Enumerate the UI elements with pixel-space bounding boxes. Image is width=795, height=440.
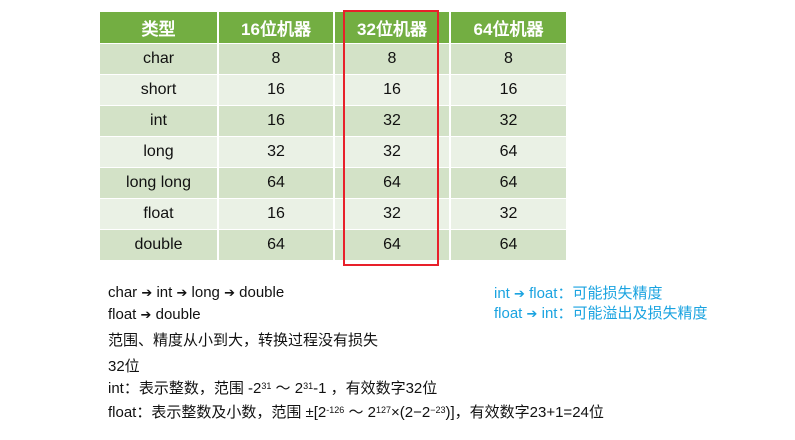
int-line-suffix: -1 ，有效数字32位 (313, 380, 438, 397)
cell-16bit: 64 (218, 167, 335, 199)
cell-type: long (100, 136, 219, 168)
cell-32bit: 8 (334, 43, 451, 75)
conv-char: char (108, 284, 138, 301)
arrow-right-icon: ➔ (224, 285, 235, 300)
cell-type: long long (100, 167, 219, 199)
cell-64bit: 64 (450, 167, 566, 199)
float-exp-2: 127 (375, 405, 391, 415)
cell-type: char (100, 43, 219, 75)
conv-float: float (108, 306, 137, 323)
type-size-table: 类型 16位机器 32位机器 64位机器 char 8 8 8 short 16… (100, 12, 566, 260)
side-from: float (494, 305, 523, 322)
float-line-prefix: float：表示整数及小数，范围 ±[2 (108, 404, 327, 421)
arrow-right-icon: ➔ (514, 286, 525, 301)
conv-double: double (155, 306, 201, 323)
cell-type: int (100, 105, 219, 137)
int-range-line: int：表示整数，范围 -231 ～ 231-1 ，有效数字32位 (108, 379, 437, 398)
cell-32bit: 64 (334, 167, 451, 199)
cell-64bit: 32 (450, 198, 566, 230)
side-text: ：可能溢出及损失精度 (557, 305, 708, 322)
int-exp-1: 31 (261, 381, 272, 391)
cell-type: float (100, 198, 219, 230)
cell-64bit: 16 (450, 74, 566, 106)
table-row: long 32 32 64 (100, 136, 566, 168)
cell-16bit: 16 (218, 105, 335, 137)
cell-16bit: 8 (218, 43, 335, 75)
header-32bit: 32位机器 (334, 12, 451, 44)
table-header-row: 类型 16位机器 32位机器 64位机器 (100, 12, 566, 44)
side-to: int (541, 305, 558, 322)
side-text: ：可能损失精度 (557, 285, 663, 302)
side-from: int (494, 285, 510, 302)
arrow-right-icon: ➔ (176, 285, 188, 300)
table-row: long long 64 64 64 (100, 167, 566, 199)
cell-64bit: 8 (450, 43, 566, 75)
float-exp-3: −23 (430, 405, 446, 415)
cell-32bit: 32 (334, 136, 451, 168)
cell-16bit: 16 (218, 74, 335, 106)
int-exp-2: 31 (303, 381, 314, 391)
table-row: short 16 16 16 (100, 74, 566, 106)
conversion-float-line: float ➔ double (108, 305, 201, 324)
int-line-prefix: int：表示整数，范围 -2 (108, 380, 262, 397)
arrow-right-icon: ➔ (140, 307, 152, 322)
conv-int: int (156, 284, 173, 301)
header-64bit: 64位机器 (450, 12, 566, 44)
cell-32bit: 64 (334, 229, 451, 260)
table-row: float 16 32 32 (100, 198, 566, 230)
cell-type: short (100, 74, 219, 106)
table-row: int 16 32 32 (100, 105, 566, 137)
header-16bit: 16位机器 (218, 12, 335, 44)
conv-double: double (239, 284, 285, 301)
float-line-mid2: ×(2−2 (391, 404, 431, 421)
table-row: char 8 8 8 (100, 43, 566, 75)
range-note: 范围、精度从小到大，转换过程没有损失 (108, 332, 379, 349)
conversion-chain-line: char ➔ int ➔ long ➔ double (108, 283, 284, 302)
side-to: float (529, 285, 558, 302)
cell-32bit: 32 (334, 105, 451, 137)
arrow-right-icon: ➔ (526, 306, 538, 321)
int-line-mid: ～ 2 (271, 380, 304, 397)
float-exp-1: -126 (326, 405, 345, 415)
header-type: 类型 (100, 12, 219, 44)
cell-64bit: 64 (450, 136, 566, 168)
float-line-mid: ～ 2 (344, 404, 376, 421)
cell-32bit: 32 (334, 198, 451, 230)
conv-long: long (191, 284, 220, 301)
arrow-right-icon: ➔ (141, 285, 153, 300)
cell-16bit: 32 (218, 136, 335, 168)
cell-64bit: 64 (450, 229, 566, 260)
bits-heading: 32位 (108, 358, 140, 375)
cell-16bit: 64 (218, 229, 335, 260)
side-note-float-to-int: float ➔ int：可能溢出及损失精度 (494, 304, 707, 323)
cell-32bit: 16 (334, 74, 451, 106)
cell-type: double (100, 229, 219, 260)
cell-16bit: 16 (218, 198, 335, 230)
float-line-suffix: )]，有效数字23+1=24位 (445, 404, 604, 421)
table-row: double 64 64 64 (100, 229, 566, 260)
side-note-int-to-float: int ➔ float：可能损失精度 (494, 284, 662, 303)
cell-64bit: 32 (450, 105, 566, 137)
float-range-line: float：表示整数及小数，范围 ±[2-126 ～ 2127×(2−2−23)… (108, 403, 604, 422)
